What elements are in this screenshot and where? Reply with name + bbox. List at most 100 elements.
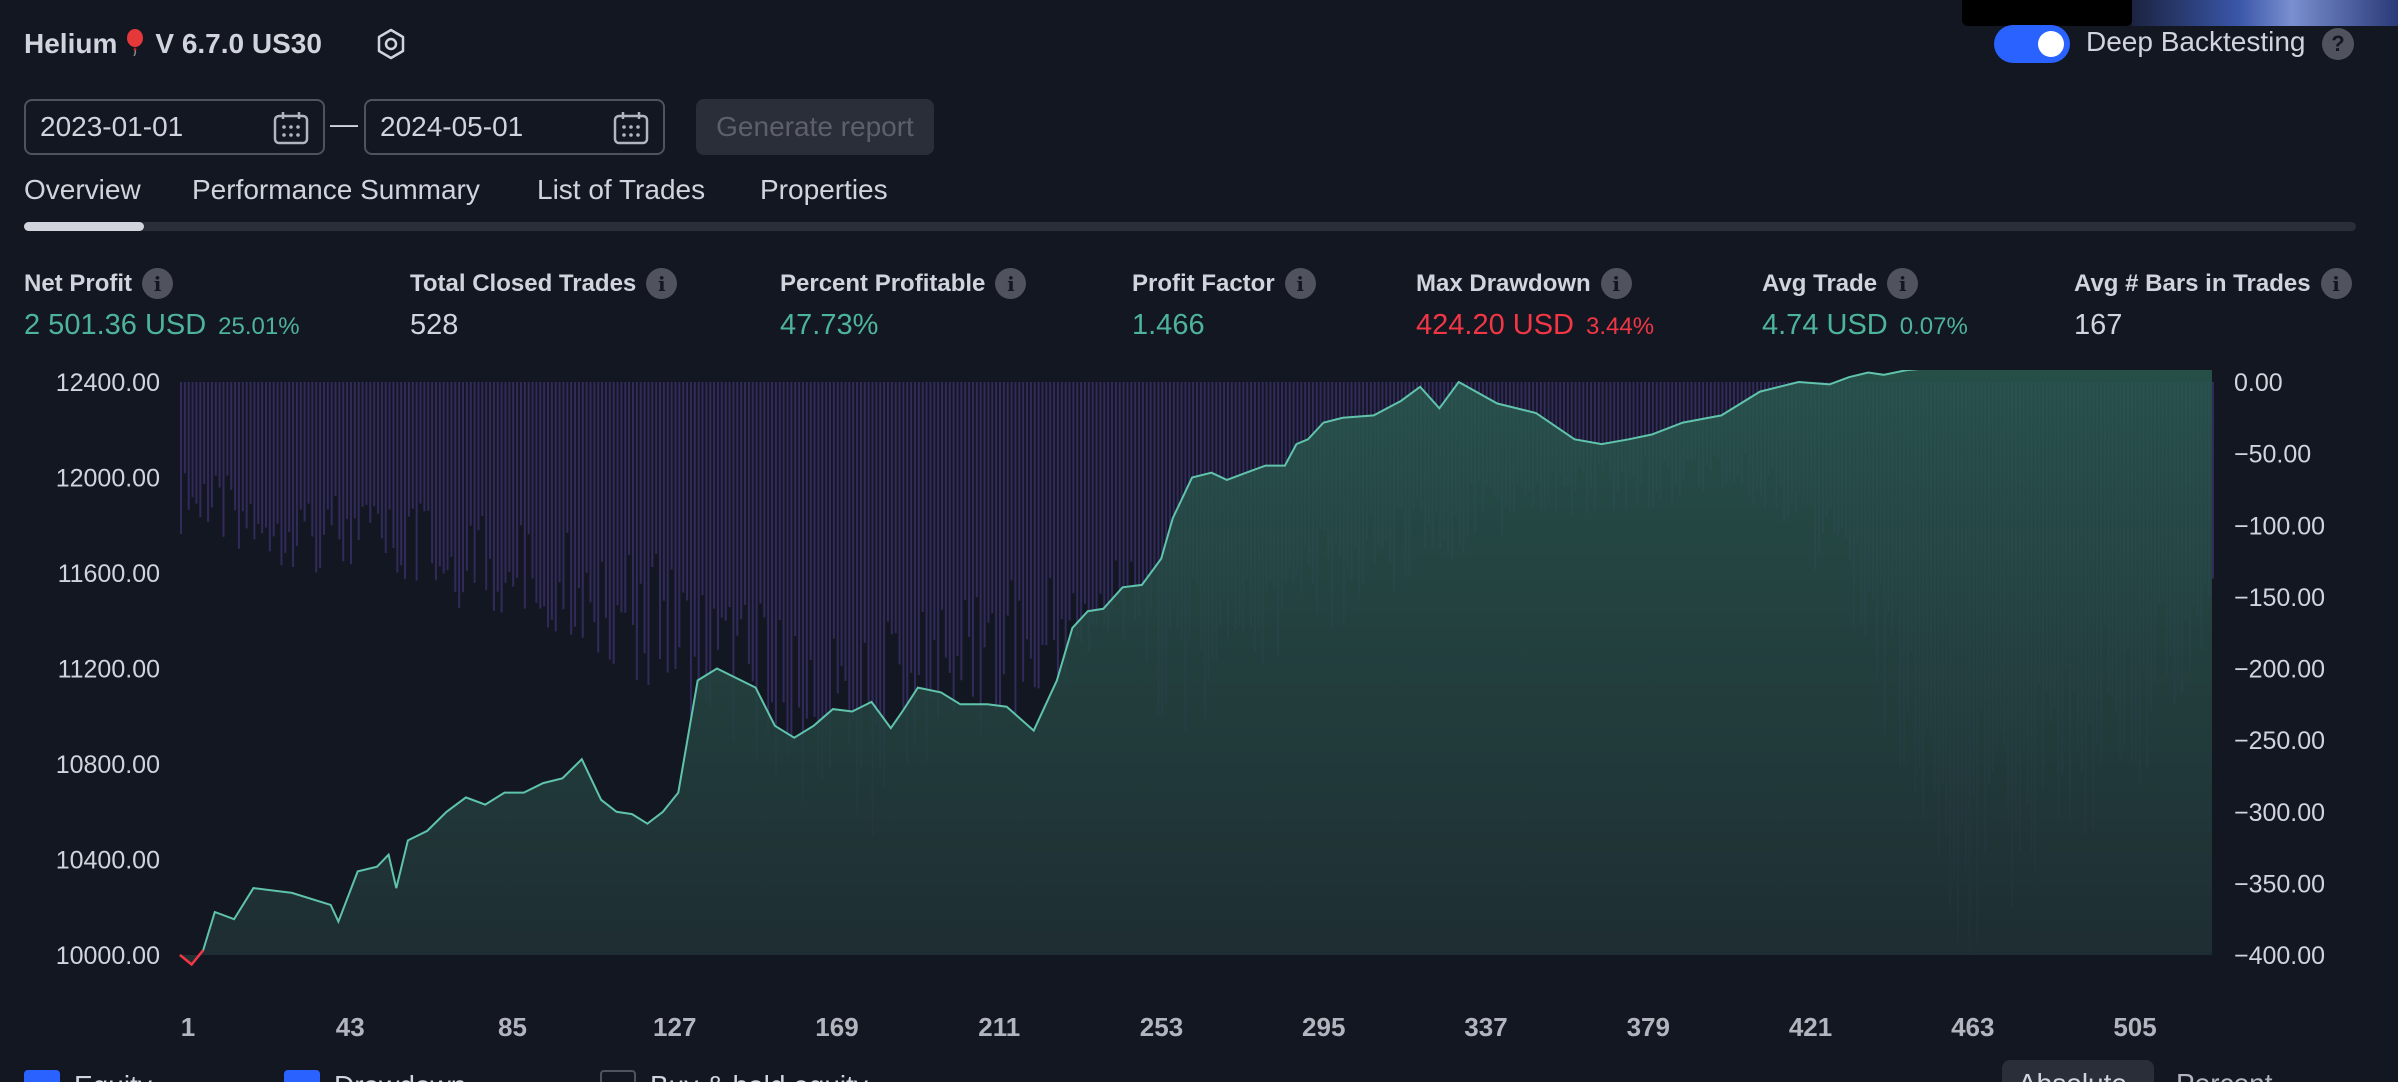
- generate-report-button[interactable]: Generate report: [696, 99, 934, 155]
- drawdown-bar: [543, 382, 546, 607]
- drawdown-bar: [1099, 382, 1102, 594]
- drawdown-bar: [840, 382, 843, 667]
- drawdown-bar: [929, 382, 932, 698]
- drawdown-bar: [1103, 382, 1106, 626]
- drawdown-bar: [666, 382, 669, 673]
- drawdown-bar: [353, 382, 356, 519]
- tab-overview[interactable]: Overview: [24, 174, 141, 206]
- drawdown-bar: [817, 382, 820, 774]
- right-tick-label: −350.00: [2234, 870, 2325, 898]
- drawdown-bar: [1010, 382, 1013, 581]
- left-axis: 12400.00 12000.00 11600.00 11200.00 10800.00…: [56, 370, 160, 970]
- drawdown-bar: [419, 382, 422, 504]
- drawdown-bar: [674, 382, 677, 669]
- legend-drawdown-checkbox[interactable]: [284, 1070, 320, 1082]
- drawdown-bar: [577, 382, 580, 589]
- drawdown-bar: [1126, 382, 1129, 587]
- right-tick-label: −150.00: [2234, 584, 2325, 612]
- help-icon[interactable]: ?: [2322, 28, 2354, 60]
- drawdown-bar: [747, 382, 750, 665]
- left-tick-label: 10400.00: [56, 847, 160, 875]
- x-tick-label: 295: [1302, 1012, 1345, 1042]
- left-tick-label: 10000.00: [56, 942, 160, 970]
- drawdown-bar: [469, 382, 472, 526]
- x-tick-label: 505: [2113, 1012, 2156, 1042]
- drawdown-bar: [964, 382, 967, 601]
- drawdown-bar: [272, 382, 275, 537]
- drawdown-bar: [438, 382, 441, 567]
- drawdown-bar: [431, 382, 434, 564]
- drawdown-bar: [987, 382, 990, 623]
- info-icon[interactable]: i: [1284, 268, 1316, 299]
- drawdown-bar: [1037, 382, 1040, 689]
- drawdown-bar: [759, 382, 762, 604]
- calendar-icon[interactable]: [273, 111, 309, 152]
- absolute-label[interactable]: Absolute: [2018, 1068, 2127, 1082]
- drawdown-bar: [226, 382, 229, 476]
- drawdown-bar: [539, 382, 542, 609]
- drawdown-bar: [701, 382, 704, 596]
- info-icon[interactable]: i: [646, 268, 678, 299]
- info-icon[interactable]: i: [995, 268, 1027, 299]
- drawdown-bar: [689, 382, 692, 718]
- percent-label[interactable]: Percent: [2176, 1068, 2273, 1082]
- info-icon[interactable]: i: [142, 268, 173, 299]
- drawdown-bar: [404, 382, 407, 580]
- drawdown-bar: [902, 382, 905, 710]
- info-icon[interactable]: i: [2320, 268, 2352, 299]
- end-date-input[interactable]: 2024-05-01: [364, 99, 665, 155]
- right-axis: 0.00 −50.00 −100.00 −150.00 −200.00 −250.00 −3…: [2234, 370, 2325, 970]
- drawdown-bar: [299, 382, 302, 510]
- drawdown-bar: [465, 382, 468, 571]
- start-date-input[interactable]: 2023-01-01: [24, 99, 325, 155]
- drawdown-bar: [620, 382, 623, 613]
- drawdown-bar: [566, 382, 569, 533]
- drawdown-bar: [740, 382, 743, 620]
- tab-list-of-trades[interactable]: List of Trades: [537, 174, 705, 206]
- drawdown-bar: [264, 382, 267, 528]
- drawdown-bar: [415, 382, 418, 581]
- drawdown-bar: [1118, 382, 1121, 596]
- drawdown-bar: [199, 382, 202, 518]
- drawdown-bar: [941, 382, 944, 610]
- drawdown-bar: [295, 382, 298, 546]
- legend-buyhold-label: Buy & hold equity: [650, 1070, 868, 1082]
- metric-avg-bars-in-trades: Avg # Bars in Trades i 167: [2074, 268, 2352, 342]
- drawdown-bar: [288, 382, 291, 533]
- drawdown-bar: [1153, 382, 1156, 572]
- drawdown-bar: [249, 382, 252, 504]
- drawdown-bar: [968, 382, 971, 638]
- metric-profit-factor: Profit Factor i 1.466: [1132, 268, 1316, 342]
- equity-drawdown-chart[interactable]: 12400.00 12000.00 11600.00 11200.00 10800.00…: [0, 370, 2398, 1060]
- drawdown-bar: [512, 382, 515, 587]
- drawdown-bar: [1002, 382, 1005, 675]
- drawdown-bar: [427, 382, 430, 511]
- tab-performance-summary[interactable]: Performance Summary: [192, 174, 480, 206]
- drawdown-bar: [693, 382, 696, 657]
- drawdown-bar: [384, 382, 387, 554]
- drawdown-bar: [380, 382, 383, 539]
- drawdown-bar: [500, 382, 503, 613]
- legend-buyhold-checkbox[interactable]: [600, 1070, 636, 1082]
- drawdown-bar: [210, 382, 213, 508]
- metric-avg-trade: Avg Trade i 4.74 USD 0.07%: [1762, 268, 1968, 342]
- drawdown-bar: [771, 382, 774, 703]
- drawdown-bar: [705, 382, 708, 702]
- calendar-icon[interactable]: [613, 111, 649, 152]
- metric-label: Percent Profitable: [780, 269, 986, 297]
- deep-backtesting-toggle[interactable]: [1994, 25, 2070, 63]
- drawdown-bar: [971, 382, 974, 697]
- drawdown-bar: [253, 382, 256, 540]
- x-tick-label: 253: [1140, 1012, 1183, 1042]
- info-icon[interactable]: i: [1600, 268, 1632, 299]
- drawdown-bar: [944, 382, 947, 658]
- info-icon[interactable]: i: [1887, 268, 1919, 299]
- settings-hex-icon[interactable]: [372, 25, 410, 63]
- drawdown-bar: [407, 382, 410, 517]
- tab-properties[interactable]: Properties: [760, 174, 888, 206]
- metric-net-profit: Net Profit i 2 501.36 USD 25.01%: [24, 268, 300, 342]
- legend-equity-checkbox[interactable]: [24, 1070, 60, 1082]
- drawdown-bar: [261, 382, 264, 534]
- drawdown-bar: [593, 382, 596, 622]
- drawdown-bar: [1064, 382, 1067, 683]
